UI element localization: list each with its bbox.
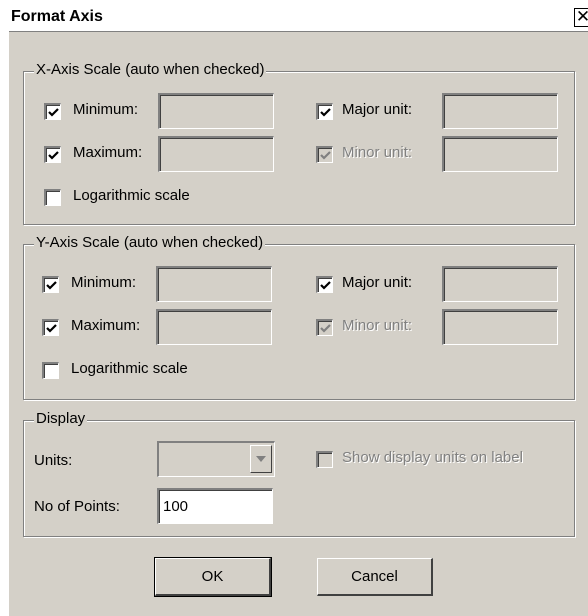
x-minor-unit-label: Minor unit: bbox=[342, 144, 413, 161]
y-axis-scale-group: Y-Axis Scale (auto when checked) Minimum… bbox=[23, 234, 575, 400]
y-major-unit-field bbox=[442, 266, 558, 302]
x-axis-group-title: X-Axis Scale (auto when checked) bbox=[34, 61, 267, 78]
dialog-body: X-Axis Scale (auto when checked) Minimum… bbox=[9, 31, 588, 616]
x-axis-scale-group: X-Axis Scale (auto when checked) Minimum… bbox=[23, 61, 575, 225]
units-dropdown bbox=[157, 441, 275, 477]
points-field[interactable] bbox=[157, 488, 273, 524]
x-minimum-checkbox[interactable] bbox=[44, 103, 61, 120]
units-dropdown-button bbox=[250, 445, 272, 473]
close-icon: ✕ bbox=[575, 7, 588, 26]
chevron-down-icon bbox=[256, 456, 266, 462]
y-minor-unit-label: Minor unit: bbox=[342, 317, 413, 334]
x-minor-unit-field bbox=[442, 136, 558, 172]
y-maximum-field bbox=[156, 309, 272, 345]
x-maximum-label: Maximum: bbox=[73, 144, 143, 161]
checkmark-icon bbox=[46, 324, 57, 333]
x-maximum-field bbox=[158, 136, 274, 172]
y-maximum-label: Maximum: bbox=[71, 317, 141, 334]
checkmark-icon bbox=[48, 151, 59, 160]
x-major-unit-label: Major unit: bbox=[342, 101, 413, 118]
cancel-button[interactable]: Cancel bbox=[317, 558, 433, 596]
checkmark-icon bbox=[320, 324, 331, 333]
checkmark-icon bbox=[320, 281, 331, 290]
ok-button[interactable]: OK bbox=[154, 557, 272, 597]
x-minimum-label: Minimum: bbox=[73, 101, 139, 118]
title-bar: Format Axis ✕ bbox=[9, 1, 588, 31]
checkmark-icon bbox=[46, 281, 57, 290]
x-minimum-field bbox=[158, 93, 274, 129]
display-group-title: Display bbox=[34, 410, 88, 427]
display-group: Display Units: Show display units on lab… bbox=[23, 410, 575, 537]
y-minimum-checkbox[interactable] bbox=[42, 276, 59, 293]
close-button[interactable]: ✕ bbox=[574, 8, 588, 27]
x-major-unit-field bbox=[442, 93, 558, 129]
x-logarithmic-label: Logarithmic scale bbox=[73, 187, 190, 204]
dialog-title: Format Axis bbox=[11, 8, 103, 25]
units-label: Units: bbox=[34, 452, 73, 469]
x-logarithmic-checkbox[interactable] bbox=[44, 189, 61, 206]
y-maximum-checkbox[interactable] bbox=[42, 319, 59, 336]
y-logarithmic-label: Logarithmic scale bbox=[71, 360, 188, 377]
show-display-units-checkbox bbox=[316, 451, 333, 468]
y-minimum-field bbox=[156, 266, 272, 302]
y-minor-unit-field bbox=[442, 309, 558, 345]
y-minor-unit-checkbox bbox=[316, 319, 333, 336]
checkmark-icon bbox=[48, 108, 59, 117]
y-major-unit-checkbox[interactable] bbox=[316, 276, 333, 293]
x-minor-unit-checkbox bbox=[316, 146, 333, 163]
checkmark-icon bbox=[320, 108, 331, 117]
y-major-unit-label: Major unit: bbox=[342, 274, 413, 291]
x-major-unit-checkbox[interactable] bbox=[316, 103, 333, 120]
checkmark-icon bbox=[320, 151, 331, 160]
format-axis-dialog: Format Axis ✕ X-Axis Scale (auto when ch… bbox=[8, 0, 588, 616]
y-logarithmic-checkbox[interactable] bbox=[42, 362, 59, 379]
points-label: No of Points: bbox=[34, 498, 120, 515]
x-maximum-checkbox[interactable] bbox=[44, 146, 61, 163]
y-minimum-label: Minimum: bbox=[71, 274, 137, 291]
y-axis-group-title: Y-Axis Scale (auto when checked) bbox=[34, 234, 266, 251]
show-display-units-label: Show display units on label bbox=[342, 449, 523, 466]
